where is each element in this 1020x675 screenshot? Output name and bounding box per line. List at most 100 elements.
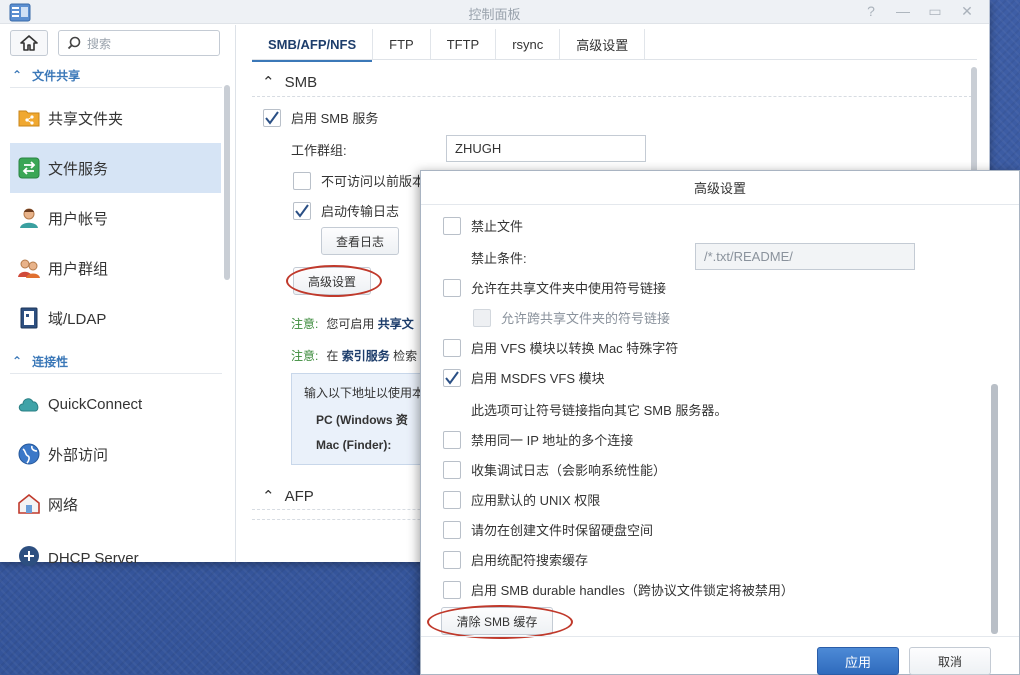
home-button[interactable] xyxy=(10,30,48,56)
hide-previous-versions-checkbox[interactable] xyxy=(293,171,311,190)
enable-smb-checkbox[interactable] xyxy=(263,108,281,127)
workgroup-label: 工作群组: xyxy=(291,143,347,158)
tab-advanced[interactable]: 高级设置 xyxy=(560,29,646,59)
close-icon[interactable]: ✕ xyxy=(959,3,975,20)
transfer-log-label: 启动传输日志 xyxy=(321,204,400,219)
section-file-sharing[interactable]: ⌃ 文件共享 xyxy=(12,65,222,85)
search-icon xyxy=(67,36,81,50)
domain-icon xyxy=(18,307,40,329)
msdfs-description: 此选项可让符号链接指向其它 SMB 服务器。 xyxy=(471,403,728,418)
msdfs-label: 启用 MSDFS VFS 模块 xyxy=(471,371,605,386)
sidebar-item-quickconnect[interactable]: QuickConnect xyxy=(10,379,221,429)
symlink-label: 允许在共享文件夹中使用符号链接 xyxy=(471,281,667,296)
tab-rsync[interactable]: rsync xyxy=(496,29,561,59)
dialog-scrollbar[interactable] xyxy=(991,384,998,634)
sidebar-item-network[interactable]: 网络 xyxy=(10,479,221,529)
minimize-icon[interactable]: — xyxy=(895,3,911,20)
sidebar-scrollbar[interactable] xyxy=(224,85,230,280)
section-connectivity[interactable]: ⌃ 连接性 xyxy=(12,351,222,371)
sidebar-item-label: 用户帐号 xyxy=(48,210,109,228)
msdfs-checkbox[interactable] xyxy=(443,368,461,387)
wildcard-cache-checkbox[interactable] xyxy=(443,550,461,569)
advanced-settings-button[interactable]: 高级设置 xyxy=(293,267,371,295)
sidebar-item-user[interactable]: 用户帐号 xyxy=(10,193,221,243)
afp-heading: AFP xyxy=(284,487,314,505)
sidebar: 搜索 ⌃ 文件共享 共享文件夹 文件服务 用户帐号 用户群组 域/LDAP ⌃ … xyxy=(0,25,236,567)
search-input[interactable]: 搜索 xyxy=(58,30,220,56)
workgroup-value: ZHUGH xyxy=(455,141,502,156)
sidebar-item-label: 外部访问 xyxy=(48,446,109,464)
symlink-checkbox[interactable] xyxy=(443,278,461,297)
durable-handles-label: 启用 SMB durable handles（跨协议文件锁定将被禁用） xyxy=(471,583,794,598)
veto-files-label: 禁止文件 xyxy=(471,219,524,234)
workgroup-input[interactable]: ZHUGH xyxy=(446,135,646,162)
veto-condition-label: 禁止条件: xyxy=(471,251,527,266)
sidebar-item-domain-ldap[interactable]: 域/LDAP xyxy=(10,293,221,343)
wildcard-cache-label: 启用统配符搜索缓存 xyxy=(471,553,589,568)
unix-permission-checkbox[interactable] xyxy=(443,490,461,509)
hide-previous-versions-label: 不可访问以前版本 xyxy=(321,174,426,189)
smb-section-header[interactable]: ⌃ SMB xyxy=(262,73,318,92)
sidebar-item-label: 域/LDAP xyxy=(48,310,107,328)
maximize-icon[interactable]: ▭ xyxy=(927,3,943,20)
vfs-mac-checkbox[interactable] xyxy=(443,338,461,357)
cancel-button[interactable]: 取消 xyxy=(909,647,991,675)
search-placeholder: 搜索 xyxy=(87,36,112,51)
tab-tftp[interactable]: TFTP xyxy=(431,29,497,59)
sidebar-item-shared-folder[interactable]: 共享文件夹 xyxy=(10,93,221,143)
section-label: 连接性 xyxy=(32,354,69,369)
tab-smb-afp-nfs[interactable]: SMB/AFP/NFS xyxy=(252,29,374,62)
main-scrollbar[interactable] xyxy=(971,67,977,177)
note-shared-folder: 注意: 您可启用 共享文 xyxy=(291,317,414,331)
dhcp-icon xyxy=(18,545,40,567)
apply-button[interactable]: 应用 xyxy=(817,647,899,675)
multi-ip-label: 禁用同一 IP 地址的多个连接 xyxy=(471,433,634,448)
vfs-mac-label: 启用 VFS 模块以转换 Mac 特殊字符 xyxy=(471,341,679,356)
transfer-log-checkbox[interactable] xyxy=(293,201,311,220)
user-icon xyxy=(18,207,40,229)
reserve-space-label: 请勿在创建文件时保留硬盘空间 xyxy=(471,523,654,538)
title-bar: 控制面板 ? — ▭ ✕ xyxy=(0,0,989,24)
sidebar-item-label: 网络 xyxy=(48,496,79,514)
sidebar-item-label: 用户群组 xyxy=(48,260,109,278)
symlink-cross-label: 允许跨共享文件夹的符号链接 xyxy=(501,311,671,326)
sidebar-item-dhcp[interactable]: DHCP Server xyxy=(10,529,221,569)
chevron-up-icon: ⌃ xyxy=(12,354,23,368)
afp-section-header[interactable]: ⌃ AFP xyxy=(262,487,314,506)
file-services-icon xyxy=(18,157,40,179)
multi-ip-checkbox[interactable] xyxy=(443,430,461,449)
tab-ftp[interactable]: FTP xyxy=(373,29,431,59)
cloud-icon xyxy=(18,393,40,415)
clear-smb-cache-button[interactable]: 清除 SMB 缓存 xyxy=(441,607,553,635)
checkmark-icon xyxy=(445,370,459,385)
sidebar-item-group[interactable]: 用户群组 xyxy=(10,243,221,293)
help-icon[interactable]: ? xyxy=(863,3,879,20)
home-icon xyxy=(20,35,38,51)
sidebar-item-file-services[interactable]: 文件服务 xyxy=(10,143,221,193)
advanced-settings-dialog: 高级设置 禁止文件 禁止条件: /*.txt/README/ 允许在共享文件夹中… xyxy=(420,170,1020,675)
smb-heading: SMB xyxy=(284,73,318,91)
window-title: 控制面板 xyxy=(468,7,521,22)
sidebar-item-external-access[interactable]: 外部访问 xyxy=(10,429,221,479)
symlink-cross-checkbox[interactable] xyxy=(473,308,491,327)
sidebar-item-label: 共享文件夹 xyxy=(48,110,124,128)
checkmark-icon xyxy=(295,203,309,218)
note-index-service: 注意: 在 索引服务 检索 xyxy=(291,349,418,363)
veto-files-checkbox[interactable] xyxy=(443,216,461,235)
durable-handles-checkbox[interactable] xyxy=(443,580,461,599)
checkmark-icon xyxy=(265,110,279,125)
network-icon xyxy=(18,493,40,515)
unix-permission-label: 应用默认的 UNIX 权限 xyxy=(471,493,601,508)
tab-bar: SMB/AFP/NFS FTP TFTP rsync 高级设置 xyxy=(252,29,646,62)
shared-folder-icon xyxy=(18,107,40,129)
group-icon xyxy=(18,257,40,279)
globe-icon xyxy=(18,443,40,465)
debug-log-checkbox[interactable] xyxy=(443,460,461,479)
debug-log-label: 收集调试日志（会影响系统性能） xyxy=(471,463,667,478)
chevron-up-icon: ⌃ xyxy=(12,68,23,82)
enable-smb-label: 启用 SMB 服务 xyxy=(291,111,379,126)
reserve-space-checkbox[interactable] xyxy=(443,520,461,539)
veto-condition-input[interactable]: /*.txt/README/ xyxy=(695,243,915,270)
view-log-button[interactable]: 查看日志 xyxy=(321,227,399,255)
chevron-up-icon: ⌃ xyxy=(262,488,275,505)
